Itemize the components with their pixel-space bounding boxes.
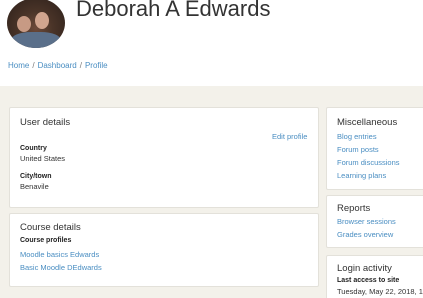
breadcrumb: Home / Dashboard / Profile [8, 61, 108, 70]
edit-profile-link[interactable]: Edit profile [272, 132, 307, 141]
grades-overview-link[interactable]: Grades overview [337, 230, 393, 239]
breadcrumb-dashboard[interactable]: Dashboard [38, 61, 77, 70]
page-header: Deborah A Edwards Home / Dashboard / Profile [0, 0, 423, 82]
reports-card: Reports Browser sessions Grades overview [326, 195, 423, 248]
forum-discussions-link[interactable]: Forum discussions [337, 158, 400, 167]
country-label: Country [20, 145, 47, 152]
login-activity-title: Login activity [337, 263, 392, 274]
last-access-label: Last access to site [337, 277, 400, 284]
learning-plans-link[interactable]: Learning plans [337, 171, 386, 180]
breadcrumb-separator: / [32, 61, 35, 70]
course-profiles-label: Course profiles [20, 237, 72, 244]
course-details-title: Course details [20, 222, 81, 233]
course-details-card: Course details Course profiles Moodle ba… [9, 213, 319, 287]
login-activity-card: Login activity Last access to site Tuesd… [326, 255, 423, 298]
blog-entries-link[interactable]: Blog entries [337, 132, 377, 141]
breadcrumb-profile[interactable]: Profile [85, 61, 108, 70]
city-label: City/town [20, 173, 52, 180]
course-link[interactable]: Basic Moodle DEdwards [20, 263, 102, 272]
miscellaneous-title: Miscellaneous [337, 117, 398, 128]
reports-title: Reports [337, 203, 371, 214]
breadcrumb-home[interactable]: Home [8, 61, 29, 70]
header-band [0, 86, 423, 100]
breadcrumb-separator: / [79, 61, 82, 70]
user-details-card: User details Edit profile Country United… [9, 107, 319, 208]
user-details-title: User details [20, 117, 71, 128]
page-title: Deborah A Edwards [76, 0, 271, 21]
country-value: United States [20, 154, 66, 163]
avatar[interactable] [7, 0, 65, 48]
city-value: Benavile [20, 182, 49, 191]
browser-sessions-link[interactable]: Browser sessions [337, 217, 396, 226]
miscellaneous-card: Miscellaneous Blog entries Forum posts F… [326, 107, 423, 190]
course-link[interactable]: Moodle basics Edwards [20, 250, 99, 259]
last-access-value: Tuesday, May 22, 2018, 1: [337, 287, 423, 296]
main-content: User details Edit profile Country United… [0, 100, 423, 298]
forum-posts-link[interactable]: Forum posts [337, 145, 379, 154]
avatar-face-left [17, 16, 31, 32]
avatar-shirt [11, 32, 61, 48]
avatar-face-right [35, 12, 49, 29]
